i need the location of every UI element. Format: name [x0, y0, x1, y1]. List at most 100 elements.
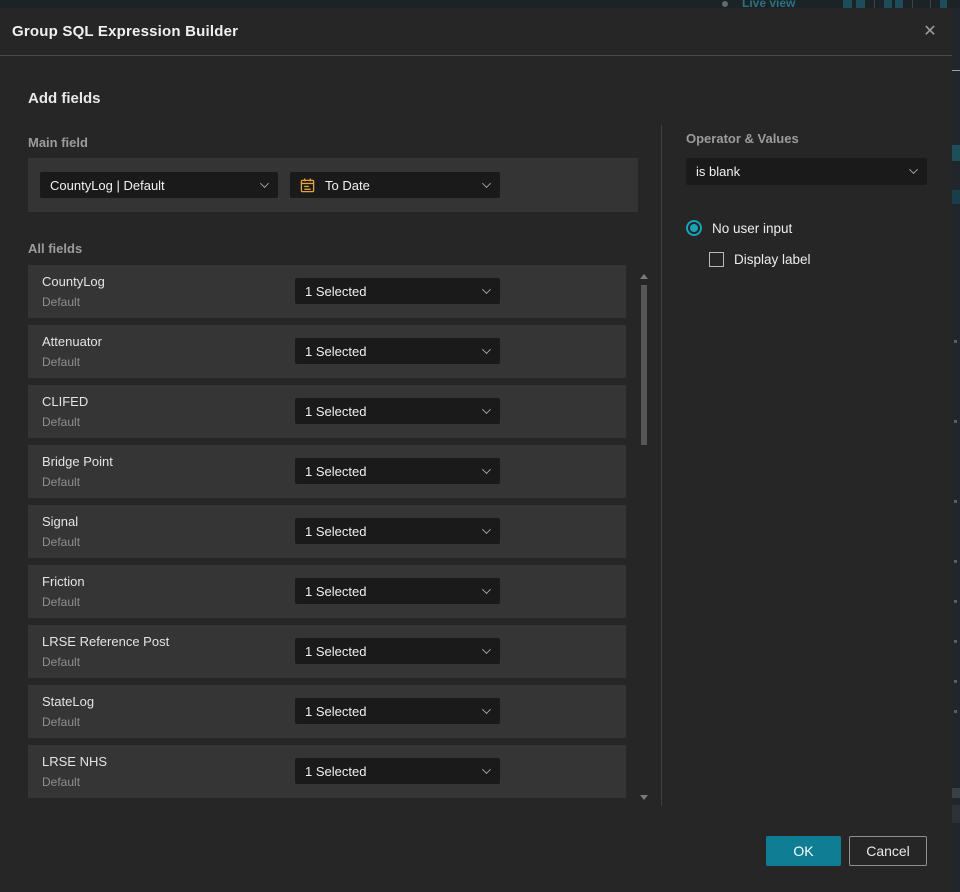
background-toolbar-fragment: [843, 0, 852, 8]
radio-selected-dot: [690, 224, 698, 232]
field-row: LRSE NHS Default 1 Selected: [28, 745, 626, 798]
scroll-up-arrow-icon[interactable]: [640, 274, 648, 279]
group-sql-expression-builder-dialog: Group SQL Expression Builder ✕ Add field…: [0, 8, 952, 892]
background-toolbar-fragment: [856, 0, 865, 8]
chevron-down-icon: [482, 405, 491, 414]
chevron-down-icon: [482, 585, 491, 594]
field-variant: Default: [42, 535, 81, 549]
background-fragment: [954, 420, 957, 423]
dialog-header: Group SQL Expression Builder ✕: [0, 8, 952, 56]
background-fragment: [954, 710, 957, 713]
main-field-select-value: CountyLog | Default: [50, 177, 165, 193]
no-user-input-label: No user input: [712, 220, 793, 236]
field-variant: Default: [42, 715, 81, 729]
main-field-label: Main field: [28, 135, 88, 150]
main-field-panel: CountyLog | Default To Date: [28, 158, 638, 212]
no-user-input-radio[interactable]: [686, 220, 702, 236]
field-selected-value: 1 Selected: [305, 283, 367, 299]
close-icon[interactable]: ✕: [920, 22, 940, 42]
field-variant: Default: [42, 595, 81, 609]
field-selected-value: 1 Selected: [305, 583, 367, 599]
field-selected-value: 1 Selected: [305, 463, 367, 479]
background-fragment: [952, 805, 960, 823]
background-fragment: [952, 190, 960, 204]
main-field-select[interactable]: CountyLog | Default: [40, 172, 278, 198]
field-row: Attenuator Default 1 Selected: [28, 325, 626, 378]
background-separator: [874, 0, 875, 8]
background-fragment: [954, 600, 957, 603]
field-selected-dropdown[interactable]: 1 Selected: [295, 518, 500, 544]
operator-value: is blank: [696, 164, 741, 179]
background-separator: [912, 0, 913, 8]
ok-button[interactable]: OK: [766, 836, 841, 866]
field-selected-dropdown[interactable]: 1 Selected: [295, 458, 500, 484]
chevron-down-icon: [482, 525, 491, 534]
field-name: LRSE Reference Post: [42, 634, 170, 649]
background-fragment: [954, 680, 957, 683]
field-selected-dropdown[interactable]: 1 Selected: [295, 758, 500, 784]
no-user-input-option: No user input: [686, 220, 792, 236]
chevron-down-icon: [482, 645, 491, 654]
column-divider: [661, 125, 662, 806]
field-variant: Default: [42, 475, 81, 489]
field-name: CountyLog: [42, 274, 105, 289]
field-row: CLIFED Default 1 Selected: [28, 385, 626, 438]
chevron-down-icon: [482, 705, 491, 714]
field-name: Signal: [42, 514, 79, 529]
field-selected-value: 1 Selected: [305, 763, 367, 779]
all-fields-list: CountyLog Default 1 Selected Attenuator …: [28, 265, 626, 805]
display-label-text: Display label: [734, 252, 811, 267]
field-selected-dropdown[interactable]: 1 Selected: [295, 278, 500, 304]
background-fragment: [954, 640, 957, 643]
field-selected-value: 1 Selected: [305, 643, 367, 659]
operator-values-label: Operator & Values: [686, 131, 799, 146]
field-name: CLIFED: [42, 394, 89, 409]
background-fragment: [952, 788, 960, 798]
field-selected-dropdown[interactable]: 1 Selected: [295, 398, 500, 424]
cancel-button[interactable]: Cancel: [849, 836, 927, 866]
chevron-down-icon: [482, 765, 491, 774]
field-name: Bridge Point: [42, 454, 113, 469]
scroll-down-arrow-icon[interactable]: [640, 795, 648, 800]
chevron-down-icon: [482, 465, 491, 474]
field-selected-value: 1 Selected: [305, 343, 367, 359]
display-label-option: Display label: [709, 252, 811, 267]
chevron-down-icon: [482, 285, 491, 294]
screen: Live view Group SQL Expression Builder ✕…: [0, 0, 960, 892]
field-selected-dropdown[interactable]: 1 Selected: [295, 698, 500, 724]
display-label-checkbox[interactable]: [709, 252, 724, 267]
chevron-down-icon: [482, 179, 491, 188]
background-toolbar-fragment: [895, 0, 903, 8]
main-field-type-select[interactable]: To Date: [290, 172, 500, 198]
field-selected-dropdown[interactable]: 1 Selected: [295, 338, 500, 364]
field-variant: Default: [42, 355, 81, 369]
background-toolbar-fragment: [940, 0, 947, 8]
background-toolbar-fragment: [884, 0, 892, 8]
list-scrollbar[interactable]: [636, 266, 652, 806]
live-view-dot-icon: [722, 1, 728, 7]
field-name: LRSE NHS: [42, 754, 108, 769]
field-variant: Default: [42, 415, 81, 429]
field-selected-value: 1 Selected: [305, 523, 367, 539]
field-variant: Default: [42, 775, 81, 789]
background-fragment: [954, 340, 957, 343]
background-fragment: [952, 145, 960, 161]
field-row: CountyLog Default 1 Selected: [28, 265, 626, 318]
field-selected-dropdown[interactable]: 1 Selected: [295, 638, 500, 664]
field-name: Attenuator: [42, 334, 102, 349]
field-selected-value: 1 Selected: [305, 403, 367, 419]
field-name: StateLog: [42, 694, 95, 709]
field-row: LRSE Reference Post Default 1 Selected: [28, 625, 626, 678]
live-view-label: Live view: [742, 0, 796, 8]
background-fragment: [954, 560, 957, 563]
field-name: Friction: [42, 574, 85, 589]
scrollbar-thumb[interactable]: [641, 285, 647, 445]
all-fields-label: All fields: [28, 241, 83, 256]
main-field-type-value: To Date: [325, 177, 370, 193]
field-row: Friction Default 1 Selected: [28, 565, 626, 618]
operator-select[interactable]: is blank: [686, 158, 927, 185]
field-selected-dropdown[interactable]: 1 Selected: [295, 578, 500, 604]
add-fields-heading: Add fields: [28, 90, 101, 107]
chevron-down-icon: [482, 345, 491, 354]
field-variant: Default: [42, 295, 81, 309]
